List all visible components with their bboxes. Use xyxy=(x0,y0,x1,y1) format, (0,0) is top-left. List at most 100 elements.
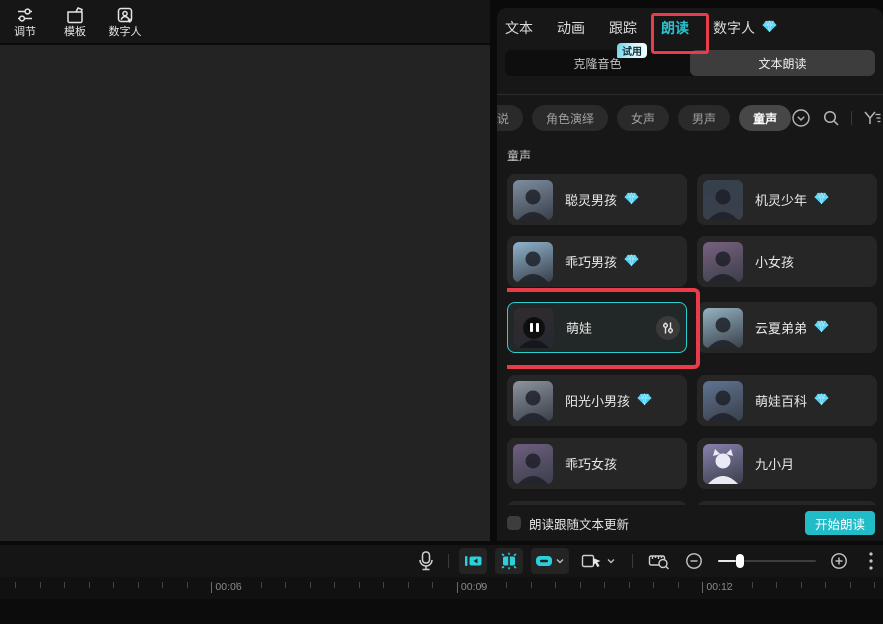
ruler-tick xyxy=(211,582,212,593)
ruler-timestamp: 00:09 xyxy=(461,581,487,593)
clone-voice-subtab[interactable]: 克隆音色 xyxy=(505,50,690,76)
voice-card-云夏弟弟[interactable]: 云夏弟弟 xyxy=(697,302,877,353)
panel-footer: 朗读跟随文本更新 开始朗读 xyxy=(497,505,883,541)
filter-icon[interactable] xyxy=(863,110,883,126)
zoom-out-button[interactable] xyxy=(685,552,703,570)
panel-divider xyxy=(490,0,497,541)
ruler-tick xyxy=(64,582,65,588)
diamond-icon xyxy=(624,192,639,208)
voice-card-小女孩[interactable]: 小女孩 xyxy=(697,236,877,287)
mic-icon[interactable] xyxy=(416,550,436,572)
ruler-tick xyxy=(580,582,581,588)
read-aloud-panel: 文本 动画 跟踪 朗读 数字人 克隆音色 文本朗读 试用 说角色演绎女 xyxy=(497,8,883,541)
voice-card-九小月[interactable]: 九小月 xyxy=(697,438,877,489)
digital-human-tool-button[interactable]: 数字人 xyxy=(102,5,148,38)
template-icon xyxy=(65,5,85,25)
voice-card-聪灵男孩[interactable]: 聪灵男孩 xyxy=(507,174,687,225)
tab-digital-human[interactable]: 数字人 xyxy=(713,18,777,38)
ruler-tick xyxy=(408,582,409,588)
ruler-tick xyxy=(359,582,360,588)
preview-axis-toggle[interactable] xyxy=(495,548,523,574)
zoom-in-button[interactable] xyxy=(830,552,848,570)
ruler-tick xyxy=(702,582,703,593)
voice-name: 聪灵男孩 xyxy=(565,190,617,209)
voice-card-机灵少年[interactable]: 机灵少年 xyxy=(697,174,877,225)
start-read-aloud-button[interactable]: 开始朗读 xyxy=(805,511,875,535)
more-menu-icon[interactable] xyxy=(868,551,874,571)
zoom-slider-track xyxy=(744,560,816,562)
zoom-slider-thumb[interactable] xyxy=(736,554,744,568)
voice-name: 云夏弟弟 xyxy=(755,318,807,337)
adjust-label: 调节 xyxy=(14,26,36,38)
filter-chips-row: 说角色演绎女声男声童声 xyxy=(497,95,883,137)
voice-avatar xyxy=(513,242,553,282)
divider xyxy=(851,111,852,125)
expand-circle-icon[interactable] xyxy=(791,108,811,128)
filter-chip-4[interactable]: 童声 xyxy=(739,105,791,131)
chevron-down-icon xyxy=(555,557,565,565)
voice-name: 阳光小男孩 xyxy=(565,391,630,410)
ruler-tick xyxy=(874,582,875,588)
text-to-speech-subtab[interactable]: 文本朗读 xyxy=(690,50,875,76)
ruler-tick xyxy=(629,582,630,588)
voice-name: 萌娃百科 xyxy=(755,391,807,410)
follow-text-checkbox[interactable] xyxy=(507,516,521,530)
link-toggle[interactable] xyxy=(531,548,569,574)
ruler-tick xyxy=(801,582,802,588)
ruler-timestamp: 00:06 xyxy=(215,581,241,593)
tab-animation[interactable]: 动画 xyxy=(557,18,585,38)
pause-icon[interactable] xyxy=(523,317,545,339)
diamond-icon xyxy=(814,192,829,208)
timeline-tracks-area[interactable] xyxy=(0,599,883,624)
voice-params-button[interactable] xyxy=(656,316,680,340)
voice-avatar xyxy=(514,308,554,348)
voice-avatar xyxy=(703,308,743,348)
ruler-tick xyxy=(310,582,311,588)
diamond-icon xyxy=(814,320,829,336)
voice-avatar xyxy=(703,381,743,421)
timeline-ruler[interactable]: 00:0600:0900:12 xyxy=(0,577,883,599)
ruler-tick xyxy=(850,582,851,588)
adjust-icon xyxy=(15,5,35,25)
auto-snap-toggle[interactable] xyxy=(459,548,487,574)
adjust-tool-button[interactable]: 调节 xyxy=(2,5,48,38)
zoom-slider-track-filled xyxy=(718,560,736,562)
ruler-tick xyxy=(678,582,679,588)
template-tool-button[interactable]: 模板 xyxy=(52,5,98,38)
diamond-icon xyxy=(637,393,652,409)
ruler-tick xyxy=(40,582,41,588)
voice-name: 九小月 xyxy=(755,454,794,473)
top-toolbar: 调节 模板 数字人 xyxy=(0,0,490,43)
tab-tracking[interactable]: 跟踪 xyxy=(609,18,637,38)
voice-avatar xyxy=(513,381,553,421)
timeline-fit-icon[interactable] xyxy=(648,552,670,570)
voice-avatar xyxy=(513,180,553,220)
voice-name: 萌娃 xyxy=(566,318,592,337)
ruler-tick xyxy=(187,582,188,588)
voice-card-乖巧男孩[interactable]: 乖巧男孩 xyxy=(507,236,687,287)
ruler-tick xyxy=(261,582,262,588)
voice-card-阳光小男孩[interactable]: 阳光小男孩 xyxy=(507,375,687,426)
filter-chip-1[interactable]: 角色演绎 xyxy=(532,105,608,131)
ruler-tick xyxy=(285,582,286,588)
tab-text[interactable]: 文本 xyxy=(505,18,533,38)
filter-chip-3[interactable]: 男声 xyxy=(678,105,730,131)
voice-card-萌娃百科[interactable]: 萌娃百科 xyxy=(697,375,877,426)
voice-name: 机灵少年 xyxy=(755,190,807,209)
filter-chip-2[interactable]: 女声 xyxy=(617,105,669,131)
voice-card-萌娃[interactable]: 萌娃 xyxy=(507,302,687,353)
section-title: 童声 xyxy=(497,137,883,166)
ruler-tick xyxy=(89,582,90,588)
ruler-tick xyxy=(113,582,114,588)
ruler-tick xyxy=(776,582,777,588)
ruler-tick xyxy=(138,582,139,588)
video-preview-area[interactable] xyxy=(0,45,490,541)
timeline-toolbar xyxy=(0,545,883,577)
voice-name: 小女孩 xyxy=(755,252,794,271)
search-icon[interactable] xyxy=(822,109,840,127)
zoom-slider[interactable] xyxy=(718,554,816,568)
select-tool[interactable] xyxy=(581,552,616,570)
tab-read-aloud[interactable]: 朗读 xyxy=(661,18,689,38)
voice-card-乖巧女孩[interactable]: 乖巧女孩 xyxy=(507,438,687,489)
filter-chip-0[interactable]: 说 xyxy=(497,105,523,131)
